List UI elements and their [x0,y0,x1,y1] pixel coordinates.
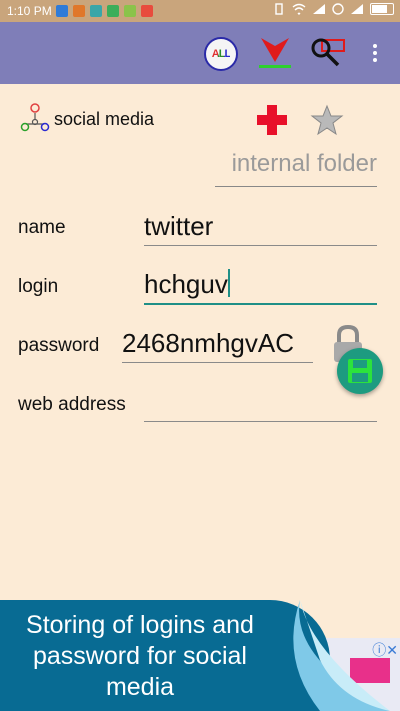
login-label: login [18,276,59,297]
signal-icon [313,4,325,14]
banner-text: Storing of logins and password for socia… [26,611,254,701]
status-time: 1:10 PM [7,4,52,18]
promo-banner: ⓘ✕ Storing of logins and password for so… [0,600,400,711]
overflow-menu-button[interactable] [364,32,386,72]
play-store-icon [107,5,119,17]
calendar-notification-icon [90,5,102,17]
social-network-icon [20,103,50,132]
mail-notification-icon [73,5,85,17]
show-all-button[interactable]: ALL [200,32,240,72]
system-status [272,3,394,15]
plus-icon [257,105,287,135]
folder-field[interactable]: internal folder [215,150,377,187]
app-toolbar: ALL [0,22,400,84]
page-curl-icon [293,600,390,711]
download-button[interactable] [255,32,295,72]
app-notification-icon-2 [141,5,153,17]
download-arrow-icon [259,38,291,68]
add-button[interactable] [254,103,290,137]
password-input[interactable]: 2468nmhgvAC [122,328,313,363]
favorite-button[interactable] [309,103,345,139]
signal-icon-2 [351,4,363,14]
android-icon [124,5,136,17]
name-label: name [18,217,66,238]
status-bar: 1:10 PM [0,0,400,22]
text-cursor [227,269,230,297]
vibrate-icon [275,3,283,15]
category-row[interactable]: social media [18,102,154,136]
all-icon: ALL [204,37,238,71]
star-icon [310,104,344,136]
search-icon [311,38,345,67]
all-label: ALL [211,48,231,60]
web-address-label: web address [18,394,126,415]
more-vert-icon [373,44,377,65]
data-saver-icon [332,3,344,15]
app-notification-icon [56,5,68,17]
login-input[interactable]: hchguv [144,269,377,305]
category-label: social media [54,108,155,129]
wifi-icon [292,3,306,15]
name-input[interactable]: twitter [144,211,377,246]
notification-icons [56,5,153,17]
search-button[interactable] [308,32,348,72]
web-address-input[interactable] [144,387,377,422]
battery-icon [370,3,394,15]
login-value: hchguv [144,269,228,299]
password-label: password [18,335,100,356]
